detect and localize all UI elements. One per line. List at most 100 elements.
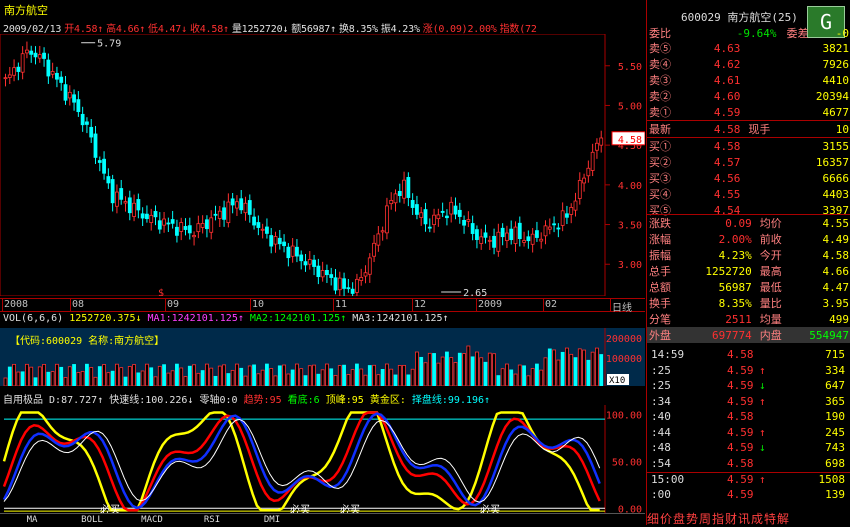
- candle-body: [187, 225, 192, 234]
- tick-price: 4.59: [727, 379, 754, 392]
- volume-bar: [16, 371, 21, 387]
- candle-body: [115, 191, 119, 207]
- candle-body: [282, 241, 286, 247]
- candle-body: [595, 142, 599, 151]
- candle-body: [325, 270, 329, 276]
- candle-body: [205, 219, 209, 230]
- tab-dmi[interactable]: DMI: [244, 515, 300, 525]
- candle-body: [299, 254, 304, 262]
- volume-bar: [445, 351, 449, 387]
- tick-price: 4.58: [727, 348, 754, 361]
- volume-pane[interactable]: 【代码:600029 名称:南方航空】 200000 100000 X10: [0, 328, 645, 387]
- candle-body: [599, 137, 604, 146]
- tick-time: :54: [651, 456, 671, 470]
- tick-volume: 139: [825, 487, 845, 501]
- volume-bar: [346, 374, 351, 387]
- panel-bottom-tabs[interactable]: 细价盘势周指财讯成特解: [647, 510, 850, 526]
- candle-body: [243, 202, 248, 214]
- volume-bar: [277, 365, 282, 387]
- tick-row: :00 4.59 139: [647, 488, 850, 504]
- candle-body: [50, 71, 55, 75]
- volume-bar: [106, 372, 111, 387]
- ask-row: 卖⑤ 4.63 3821: [649, 41, 849, 56]
- tick-price: 4.58: [727, 456, 754, 470]
- volume-tick-label: 100000: [606, 354, 642, 365]
- ask-row: 卖④ 4.62 7926: [649, 57, 849, 72]
- tab-ma[interactable]: MA: [4, 515, 60, 525]
- volume-bar: [487, 352, 492, 387]
- candle-body: [46, 59, 51, 77]
- volume-bar: [590, 351, 595, 387]
- volume-bar: [209, 367, 214, 387]
- bid-row: 买① 4.58 3155: [647, 137, 850, 153]
- volume-bar: [586, 359, 591, 387]
- volume-bar: [359, 368, 364, 387]
- candle-body: [265, 226, 269, 234]
- tick-price: 4.59: [727, 425, 754, 439]
- candle-body: [582, 177, 586, 184]
- volume-bar: [509, 369, 514, 387]
- candle-body: [500, 227, 505, 238]
- candle-body: [517, 222, 522, 239]
- candle-body: [333, 277, 338, 291]
- volume-code-tag: 【代码:600029 名称:南方航空】: [10, 334, 164, 347]
- volume-bar: [140, 370, 145, 387]
- candle-body: [419, 212, 424, 218]
- candle-body: [295, 246, 299, 257]
- tab-macd[interactable]: MACD: [124, 515, 180, 525]
- kd-tick-label: 0.00: [618, 504, 642, 513]
- candle-body: [410, 200, 415, 208]
- candle-body: [217, 210, 222, 219]
- tick-time: :48: [651, 441, 671, 454]
- chart-area[interactable]: 南方航空 2009/02/13 开4.58↑ 高4.66↑ 低4.47↓ 收4.58↑ 量…: [0, 0, 646, 525]
- volume-bar: [256, 373, 261, 387]
- tick-list[interactable]: 14:59 4.58 715:25 4.59 ↑ 334:25 4.59 ↓ 647:34 4.5…: [647, 348, 850, 503]
- quote-stat-row: 换手 8.35% 量比 3.95: [649, 296, 849, 311]
- kd-buy-label: 必买: [480, 503, 500, 513]
- candle-body: [556, 227, 561, 230]
- volume-bar: [3, 377, 8, 387]
- candle-body: [445, 215, 449, 219]
- candle-body: [37, 54, 42, 59]
- volume-bar: [29, 366, 34, 387]
- volume-unit-label: X10: [609, 376, 625, 386]
- volume-bar: [479, 357, 484, 387]
- tick-volume: 190: [825, 410, 845, 423]
- candle-body: [312, 259, 316, 267]
- candle-body: [166, 222, 171, 225]
- candle-body: [162, 218, 166, 226]
- volume-bar: [470, 356, 475, 387]
- candle-body: [342, 278, 346, 289]
- volume-bar: [415, 351, 419, 387]
- candle-body: [72, 94, 76, 103]
- tab-boll[interactable]: BOLL: [64, 515, 120, 525]
- candle-body: [127, 197, 132, 214]
- last-price-row: 最新 4.58 现手 10: [647, 120, 850, 136]
- candle-body: [513, 226, 518, 244]
- volume-bar: [145, 363, 149, 387]
- date-axis-label: 09: [167, 299, 180, 310]
- volume-bar: [577, 348, 582, 387]
- date-axis-divider: [165, 299, 166, 312]
- volume-indicator-bar: VOL(6,6,6) 1252720.375↓ MA1:1242101.125↑…: [3, 313, 449, 324]
- volume-bar: [149, 367, 154, 387]
- price-pane[interactable]: 5.50 5.00 4.50 4.00 3.50 3.00 5.79 2.65 4.58 $: [0, 33, 646, 302]
- candle-body: [337, 277, 342, 291]
- candle-body: [522, 240, 526, 243]
- candle-body: [496, 231, 501, 252]
- tab-rsi[interactable]: RSI: [184, 515, 240, 525]
- candle-body: [453, 205, 458, 215]
- kd-pane[interactable]: 100.00 50.00 0.00 必买 必买 必买 必买: [0, 405, 645, 516]
- candle-body: [440, 210, 445, 213]
- volume-bar: [179, 367, 184, 387]
- candle-body: [59, 76, 64, 83]
- date-axis-label: 08: [72, 299, 85, 310]
- volume-bar: [355, 363, 359, 387]
- volume-bar: [492, 353, 496, 387]
- volume-bar: [213, 375, 218, 387]
- quote-stats: 涨跌 0.09 均价 4.55 涨幅 2.00% 前收 4.49 振幅 4.23% 今开 4.58 总手…: [647, 214, 850, 343]
- volume-bar: [187, 365, 192, 387]
- volume-bar: [175, 363, 179, 387]
- candle-body: [492, 235, 496, 248]
- price-tick-label: 3.00: [618, 260, 642, 271]
